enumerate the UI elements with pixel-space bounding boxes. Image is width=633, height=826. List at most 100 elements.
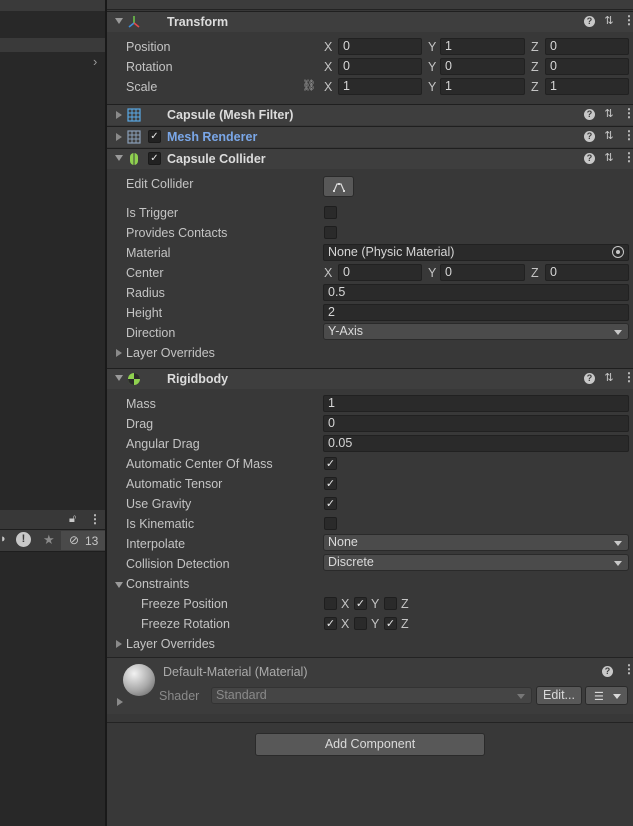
kebab-menu-icon[interactable]: ⋮ — [623, 151, 633, 164]
object-picker-icon[interactable] — [612, 246, 624, 258]
auto-tensor-checkbox[interactable]: ✓ — [324, 477, 337, 490]
shader-dropdown[interactable]: Standard — [211, 687, 532, 704]
position-y-field[interactable]: 1 — [440, 38, 525, 55]
axis-label[interactable]: Z — [531, 80, 539, 94]
freeze-position-x-checkbox[interactable] — [324, 597, 337, 610]
chevron-right-icon[interactable]: › — [93, 54, 97, 69]
direction-dropdown[interactable]: Y-Axis — [323, 323, 629, 340]
add-component-button[interactable]: Add Component — [255, 733, 485, 756]
star-icon[interactable]: ★ — [43, 532, 55, 548]
freeze-rotation-z-checkbox[interactable]: ✓ — [384, 617, 397, 630]
axis-label[interactable]: Z — [531, 266, 539, 280]
edit-shader-button[interactable]: Edit... — [536, 686, 582, 705]
foldout-arrow-icon[interactable] — [116, 133, 122, 141]
freeze-position-y-checkbox[interactable]: ✓ — [354, 597, 367, 610]
interpolate-dropdown[interactable]: None — [323, 534, 629, 551]
capsule-collider-enabled-checkbox[interactable]: ✓ — [148, 152, 161, 165]
warning-filter-icon[interactable]: ! — [16, 532, 31, 547]
scale-z-field[interactable]: 1 — [545, 78, 629, 95]
rb-layer-overrides-row[interactable]: Layer Overrides — [107, 634, 633, 654]
position-x-field[interactable]: 0 — [338, 38, 422, 55]
foldout-arrow-icon[interactable] — [116, 349, 122, 357]
constraints-row[interactable]: Constraints — [107, 574, 633, 594]
help-icon[interactable]: ? — [602, 666, 613, 677]
hidden-toggle[interactable]: ⊘ 13 — [61, 531, 105, 550]
preset-icon[interactable]: ⇅ — [603, 108, 615, 120]
is-trigger-checkbox[interactable] — [324, 206, 337, 219]
kebab-menu-icon[interactable]: ⋮ — [623, 107, 633, 120]
axis-label[interactable]: Y — [428, 266, 436, 280]
shader-options-button[interactable]: ☰ — [585, 686, 628, 705]
kebab-menu-icon[interactable]: ⋮ — [89, 512, 101, 526]
kebab-menu-icon[interactable]: ⋮ — [623, 663, 633, 676]
foldout-label[interactable]: Layer Overrides — [126, 637, 215, 651]
help-icon[interactable]: ? — [584, 108, 595, 120]
help-icon[interactable]: ? — [584, 15, 595, 27]
rotation-z-field[interactable]: 0 — [545, 58, 629, 75]
position-z-field[interactable]: 0 — [545, 38, 629, 55]
kebab-menu-icon[interactable]: ⋮ — [623, 14, 633, 27]
height-field[interactable]: 2 — [323, 304, 629, 321]
foldout-label[interactable]: Constraints — [126, 577, 189, 591]
foldout-arrow-icon[interactable] — [115, 375, 123, 381]
center-y-field[interactable]: 0 — [440, 264, 525, 281]
foldout-arrow-icon[interactable] — [117, 698, 123, 706]
axis-label[interactable]: X — [324, 266, 332, 280]
kebab-menu-icon[interactable]: ⋮ — [623, 129, 633, 142]
hierarchy-row-selected[interactable] — [0, 38, 105, 52]
foldout-arrow-icon[interactable] — [116, 111, 122, 119]
mesh-renderer-header[interactable]: ✓ Mesh Renderer ? ⇅ ⋮ — [107, 126, 633, 147]
drag-field[interactable]: 0 — [323, 415, 629, 432]
rigidbody-header[interactable]: Rigidbody ? ⇅ ⋮ — [107, 368, 633, 389]
kebab-menu-icon[interactable]: ⋮ — [623, 371, 633, 384]
collision-detection-dropdown[interactable]: Discrete — [323, 554, 629, 571]
radius-field[interactable]: 0.5 — [323, 284, 629, 301]
foldout-label[interactable]: Layer Overrides — [126, 346, 215, 360]
axis-label[interactable]: Z — [531, 60, 539, 74]
foldout-arrow-icon[interactable] — [115, 582, 123, 588]
layer-overrides-row[interactable]: Layer Overrides — [107, 343, 633, 363]
axis-label[interactable]: Y — [428, 60, 436, 74]
foldout-arrow-icon[interactable] — [115, 155, 123, 161]
rotation-x-field[interactable]: 0 — [338, 58, 422, 75]
freeze-position-z-checkbox[interactable] — [384, 597, 397, 610]
preset-icon[interactable]: ⇅ — [603, 15, 615, 27]
help-icon[interactable]: ? — [584, 152, 595, 164]
help-icon[interactable]: ? — [584, 372, 595, 384]
physic-material-field[interactable]: None (Physic Material) — [323, 244, 629, 261]
axis-label[interactable]: Y — [428, 40, 436, 54]
message-icon[interactable]: ◗ — [0, 533, 7, 545]
freeze-rotation-y-checkbox[interactable] — [354, 617, 367, 630]
hierarchy-row[interactable] — [0, 0, 105, 11]
use-gravity-checkbox[interactable]: ✓ — [324, 497, 337, 510]
mesh-filter-header[interactable]: Capsule (Mesh Filter) ? ⇅ ⋮ — [107, 104, 633, 125]
angular-drag-field[interactable]: 0.05 — [323, 435, 629, 452]
center-x-field[interactable]: 0 — [338, 264, 422, 281]
axis-label[interactable]: X — [324, 60, 332, 74]
edit-collider-button[interactable] — [323, 176, 354, 197]
rotation-y-field[interactable]: 0 — [440, 58, 525, 75]
freeze-rotation-x-checkbox[interactable]: ✓ — [324, 617, 337, 630]
axis-label[interactable]: X — [324, 40, 332, 54]
help-icon[interactable]: ? — [584, 130, 595, 142]
foldout-arrow-icon[interactable] — [116, 640, 122, 648]
auto-center-of-mass-checkbox[interactable]: ✓ — [324, 457, 337, 470]
is-kinematic-checkbox[interactable] — [324, 517, 337, 530]
axis-label[interactable]: X — [324, 80, 332, 94]
foldout-arrow-icon[interactable] — [115, 18, 123, 24]
transform-header[interactable]: Transform ? ⇅ ⋮ — [107, 11, 633, 32]
axis-label[interactable]: Z — [531, 40, 539, 54]
constrain-proportions-icon[interactable]: ⛓ — [302, 79, 316, 92]
lock-icon[interactable]: 🔓︎ — [69, 513, 76, 526]
mass-field[interactable]: 1 — [323, 395, 629, 412]
preset-icon[interactable]: ⇅ — [603, 130, 615, 142]
scale-x-field[interactable]: 1 — [338, 78, 422, 95]
provides-contacts-checkbox[interactable] — [324, 226, 337, 239]
scale-y-field[interactable]: 1 — [440, 78, 525, 95]
capsule-collider-header[interactable]: ✓ Capsule Collider ? ⇅ ⋮ — [107, 148, 633, 169]
preset-icon[interactable]: ⇅ — [603, 372, 615, 384]
axis-label[interactable]: Y — [428, 80, 436, 94]
center-z-field[interactable]: 0 — [545, 264, 629, 281]
mesh-renderer-enabled-checkbox[interactable]: ✓ — [148, 130, 161, 143]
preset-icon[interactable]: ⇅ — [603, 152, 615, 164]
